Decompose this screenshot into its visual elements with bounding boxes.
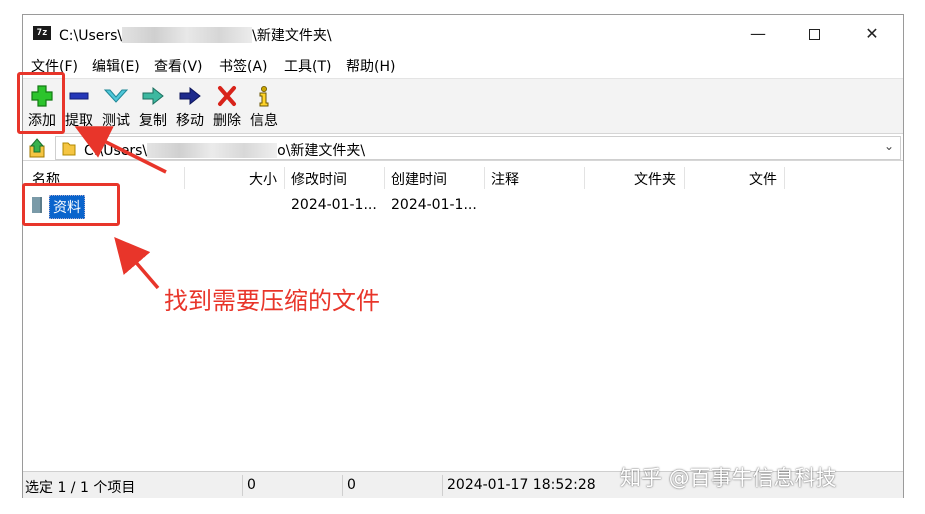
up-folder-icon[interactable] bbox=[25, 137, 51, 159]
info-label: 信息 bbox=[250, 113, 278, 129]
column-header: 名称 大小 修改时间 创建时间 注释 文件夹 文件 bbox=[23, 163, 903, 191]
column-divider[interactable] bbox=[384, 167, 385, 189]
maximize-icon bbox=[808, 29, 820, 40]
status-divider bbox=[442, 475, 443, 496]
status-size: 0 bbox=[247, 477, 256, 493]
status-divider bbox=[242, 475, 243, 496]
move-icon bbox=[179, 86, 201, 106]
window-title-suffix: \新建文件夹\ bbox=[252, 28, 332, 44]
status-packed-size: 0 bbox=[347, 477, 356, 493]
highlight-file-box bbox=[22, 183, 120, 226]
column-comment[interactable]: 注释 bbox=[491, 169, 519, 189]
redacted-path bbox=[147, 143, 278, 158]
column-divider[interactable] bbox=[484, 167, 485, 189]
status-divider bbox=[342, 475, 343, 496]
menu-help[interactable]: 帮助(H) bbox=[346, 56, 395, 76]
file-manager-window: 7z C:\Users\ \新建文件夹\ — ✕ 文件(F) 编辑(E) 查看(V… bbox=[22, 14, 904, 498]
file-created: 2024-01-1... bbox=[391, 197, 477, 213]
column-created[interactable]: 创建时间 bbox=[391, 169, 447, 189]
title-bar: 7z C:\Users\ \新建文件夹\ — ✕ bbox=[23, 15, 903, 53]
list-item[interactable]: 资料 2024-01-1... 2024-01-1... bbox=[23, 194, 903, 219]
menu-bookmarks[interactable]: 书签(A) bbox=[219, 56, 268, 76]
column-divider[interactable] bbox=[184, 167, 185, 189]
highlight-add-box bbox=[17, 72, 65, 134]
annotation-label: 找到需要压缩的文件 bbox=[164, 287, 380, 315]
redacted-username bbox=[122, 27, 253, 43]
file-modified: 2024-01-1... bbox=[291, 197, 377, 213]
maximize-button[interactable] bbox=[791, 19, 837, 49]
toolbar: 添加 提取 测试 复制 移动 删除 信息 bbox=[23, 78, 903, 134]
file-list[interactable]: 资料 2024-01-1... 2024-01-1... bbox=[23, 191, 903, 469]
minimize-button[interactable]: — bbox=[735, 19, 781, 49]
folder-icon bbox=[62, 142, 76, 156]
status-selection: 选定 1 / 1 个项目 bbox=[25, 480, 136, 496]
watermark: 知乎 @百事牛信息科技 bbox=[620, 466, 837, 490]
app-logo-icon: 7z bbox=[33, 26, 51, 40]
menu-view[interactable]: 查看(V) bbox=[154, 56, 203, 76]
menu-bar: 文件(F) 编辑(E) 查看(V) 书签(A) 工具(T) 帮助(H) bbox=[23, 53, 903, 77]
chevron-down-icon[interactable]: ⌄ bbox=[884, 139, 894, 153]
path-suffix: o\新建文件夹\ bbox=[277, 143, 366, 159]
window-title-prefix: C:\Users\ bbox=[59, 28, 123, 44]
test-icon bbox=[103, 89, 129, 103]
column-divider[interactable] bbox=[784, 167, 785, 189]
info-icon bbox=[259, 86, 269, 107]
path-text: C:\Users\ o\新建文件夹\ bbox=[84, 140, 365, 160]
delete-icon bbox=[218, 86, 236, 106]
menu-tools[interactable]: 工具(T) bbox=[284, 56, 331, 76]
column-divider[interactable] bbox=[584, 167, 585, 189]
copy-icon bbox=[142, 86, 164, 106]
column-divider[interactable] bbox=[284, 167, 285, 189]
column-files[interactable]: 文件 bbox=[749, 169, 777, 189]
column-folders[interactable]: 文件夹 bbox=[634, 169, 676, 189]
window-title: C:\Users\ \新建文件夹\ bbox=[59, 25, 332, 45]
column-size[interactable]: 大小 bbox=[249, 169, 277, 189]
path-prefix: C:\Users\ bbox=[84, 143, 148, 159]
column-divider[interactable] bbox=[684, 167, 685, 189]
info-button[interactable]: 信息 bbox=[245, 79, 283, 135]
path-field[interactable]: C:\Users\ o\新建文件夹\ ⌄ bbox=[55, 136, 901, 160]
extract-icon bbox=[69, 92, 89, 100]
menu-edit[interactable]: 编辑(E) bbox=[92, 56, 140, 76]
column-modified[interactable]: 修改时间 bbox=[291, 169, 347, 189]
close-button[interactable]: ✕ bbox=[849, 19, 895, 49]
address-bar: C:\Users\ o\新建文件夹\ ⌄ bbox=[23, 135, 903, 161]
status-datetime: 2024-01-17 18:52:28 bbox=[447, 477, 596, 493]
